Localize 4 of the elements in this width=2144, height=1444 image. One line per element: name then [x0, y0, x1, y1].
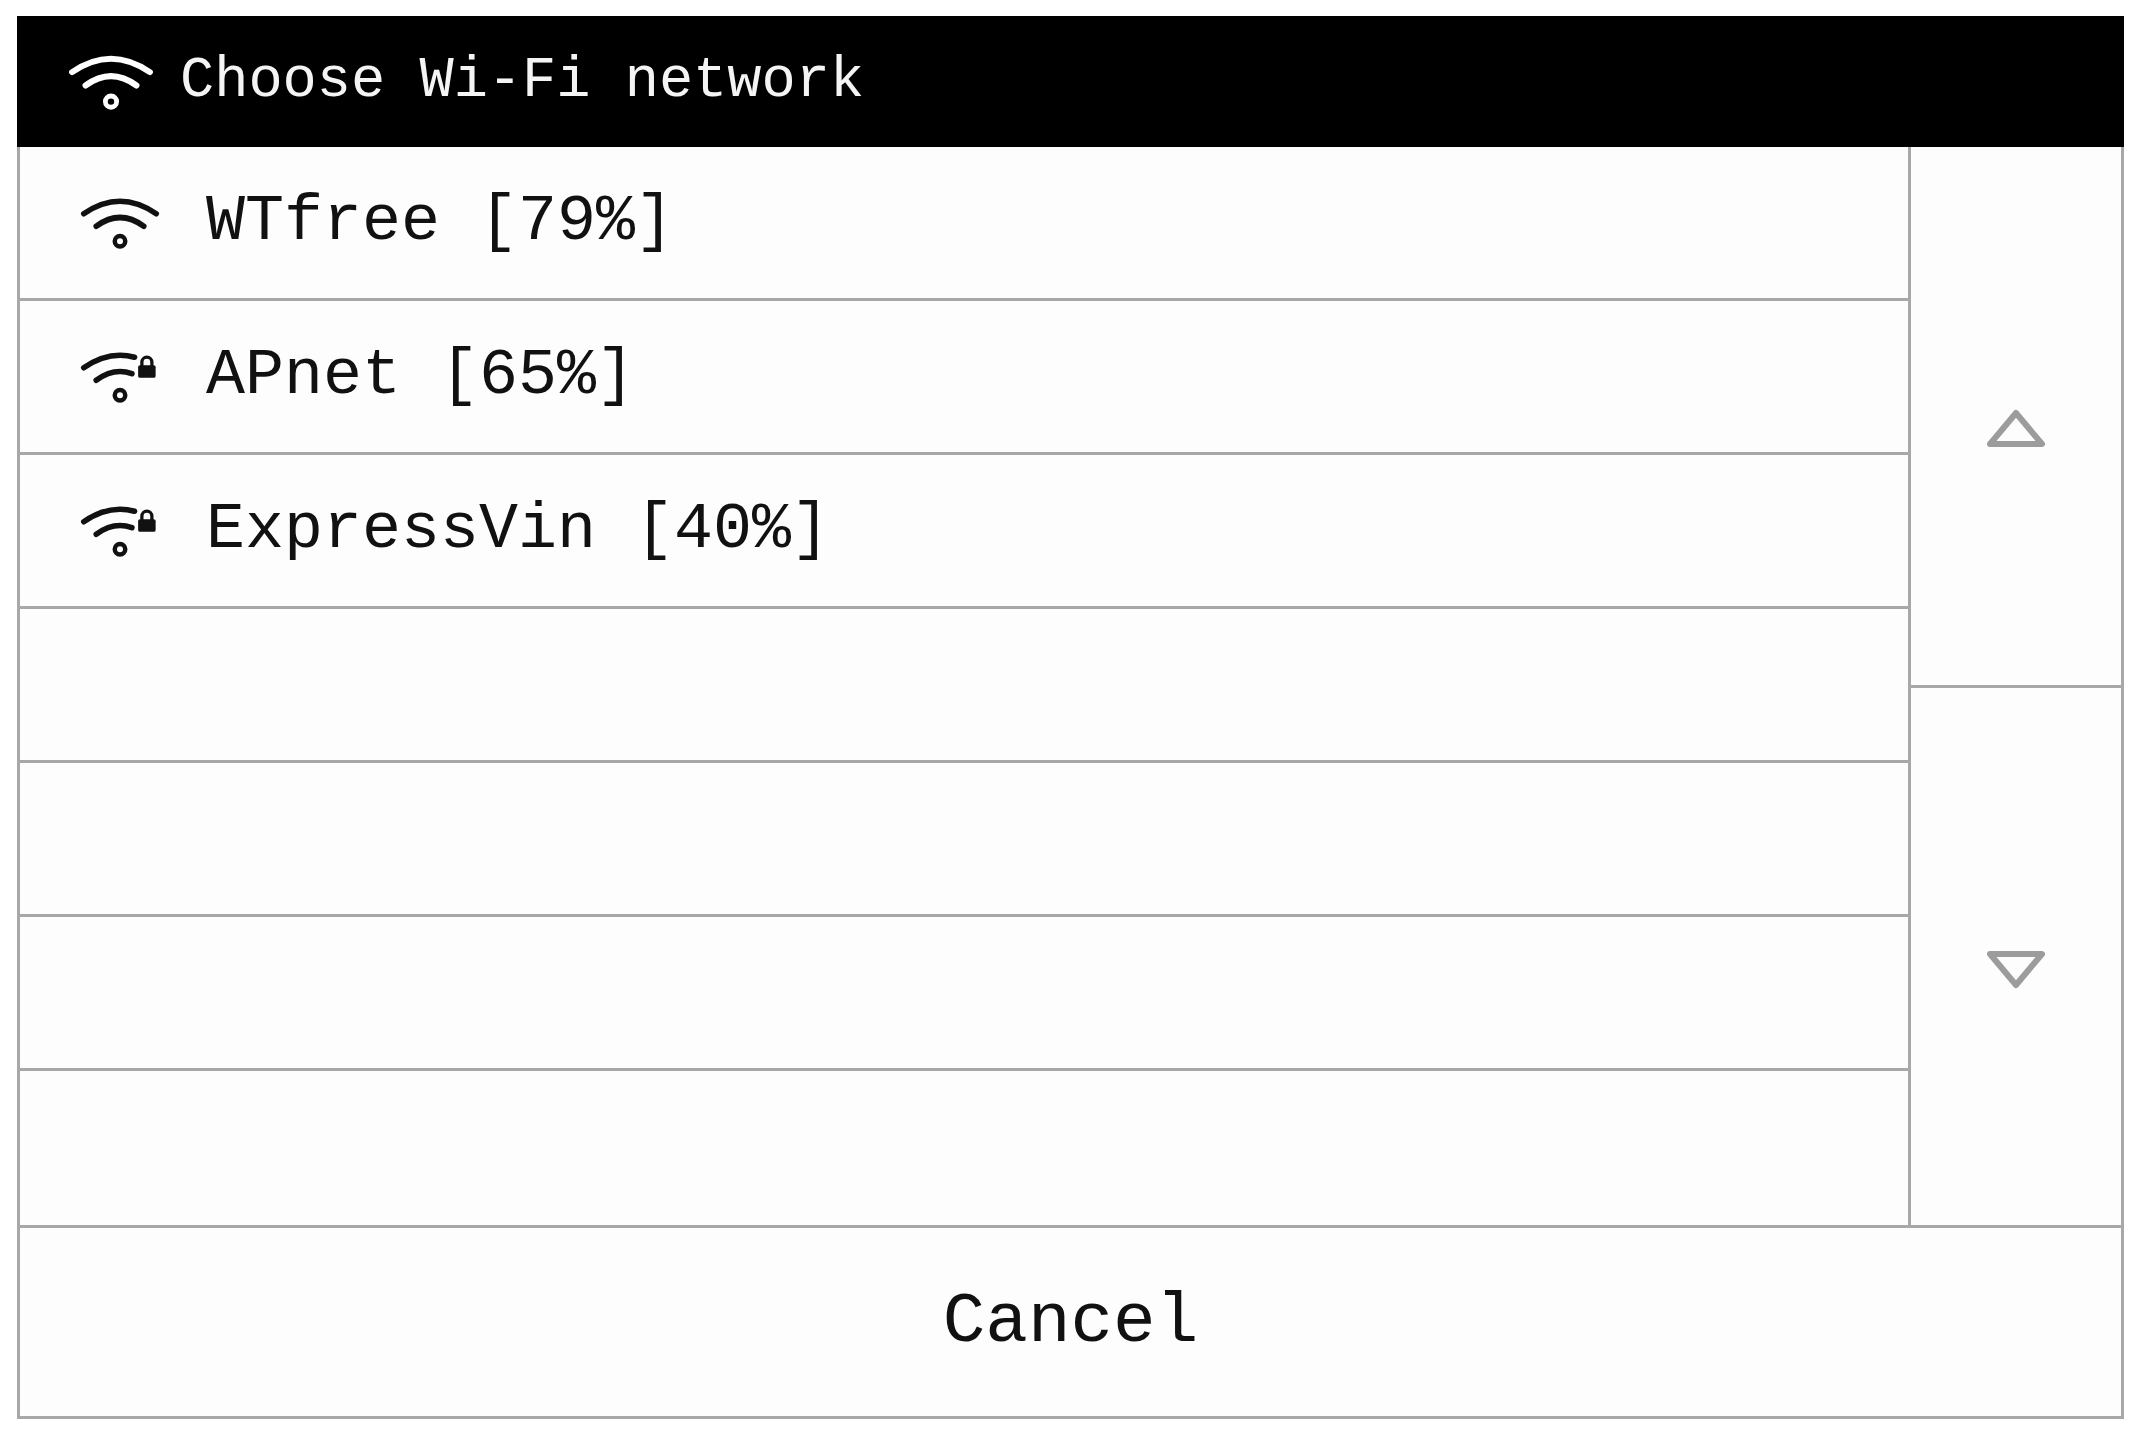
cancel-button[interactable]: Cancel: [17, 1225, 2124, 1419]
window-title: Choose Wi-Fi network: [180, 53, 865, 110]
caret-up-icon: [1986, 408, 2046, 449]
caret-down-icon: [1986, 949, 2046, 990]
